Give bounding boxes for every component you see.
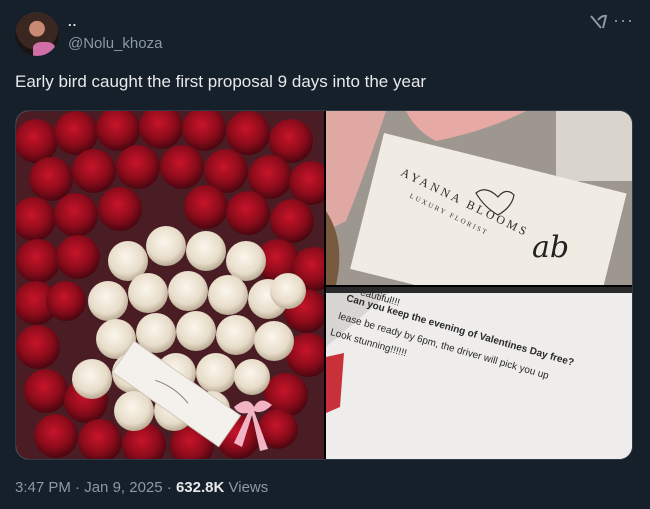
note-paper <box>326 287 632 459</box>
meta-separator: · <box>75 479 81 496</box>
bouquet-photo[interactable] <box>16 111 336 459</box>
tweet-time[interactable]: 3:47 PM <box>15 479 71 496</box>
media-grid: AYANNA BLOOMS LUXURY FLORIST ab eautiful… <box>15 110 633 460</box>
avatar[interactable] <box>15 12 59 56</box>
florist-card-illustration: AYANNA BLOOMS LUXURY FLORIST ab <box>326 111 632 285</box>
tweet-text: Early bird caught the first proposal 9 d… <box>15 72 427 91</box>
views-label: Views <box>228 479 269 496</box>
grok-icon[interactable] <box>588 12 608 32</box>
more-options-icon[interactable]: ··· <box>613 10 634 31</box>
meta-separator: · <box>166 479 172 496</box>
bouquet-illustration <box>16 111 336 459</box>
florist-card-photo[interactable]: AYANNA BLOOMS LUXURY FLORIST ab <box>326 111 632 285</box>
user-handle[interactable]: @Nolu_khoza <box>68 35 162 52</box>
views-count[interactable]: 632.8K <box>176 479 224 496</box>
tweet-meta: 3:47 PM · Jan 9, 2025 · 632.8K Views <box>15 479 268 496</box>
tweet-date[interactable]: Jan 9, 2025 <box>84 479 162 496</box>
note-photo[interactable]: eautiful!!! Can you keep the evening of … <box>326 287 632 459</box>
brand-monogram: ab <box>532 230 569 265</box>
display-name[interactable]: .. <box>68 14 77 29</box>
